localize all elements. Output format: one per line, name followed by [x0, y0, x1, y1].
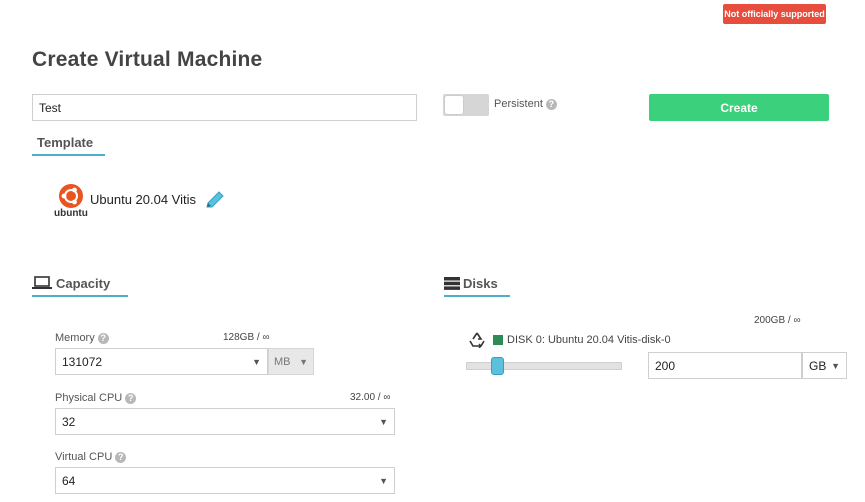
server-icon: [444, 277, 460, 290]
tab-capacity[interactable]: Capacity: [32, 276, 128, 297]
disk-unit-select[interactable]: GB ▼: [802, 352, 847, 379]
help-icon[interactable]: ?: [125, 392, 137, 404]
vm-name-input[interactable]: [32, 94, 417, 121]
laptop-icon: [32, 276, 52, 289]
memory-label: Memory?: [55, 332, 109, 344]
help-icon[interactable]: ?: [545, 98, 557, 110]
physical-cpu-label: Physical CPU?: [55, 392, 137, 404]
chevron-down-icon: ▼: [252, 356, 261, 367]
help-icon[interactable]: ?: [115, 451, 127, 463]
disk-color-swatch: [493, 335, 503, 345]
memory-label-text: Memory: [55, 332, 95, 344]
disk-limit: 200GB / ∞: [754, 315, 801, 326]
memory-unit-select[interactable]: MB ▼: [268, 348, 314, 375]
create-button[interactable]: Create: [649, 94, 829, 121]
chevron-down-icon: ▼: [379, 475, 388, 486]
pencil-icon[interactable]: [204, 190, 226, 210]
physical-cpu-value: 32: [62, 414, 76, 429]
physical-cpu-select[interactable]: 32 ▼: [55, 408, 395, 435]
memory-unit: MB: [274, 355, 291, 368]
disks-label: Disks: [463, 276, 498, 291]
recycle-icon[interactable]: [468, 332, 486, 349]
physical-cpu-limit: 32.00 / ∞: [350, 392, 391, 403]
tab-template[interactable]: Template: [32, 135, 105, 156]
memory-limit: 128GB / ∞: [223, 332, 270, 343]
virtual-cpu-value: 64: [62, 473, 76, 488]
help-icon[interactable]: ?: [97, 332, 109, 344]
toggle-knob: [445, 96, 463, 114]
page-title: Create Virtual Machine: [32, 48, 263, 71]
virtual-cpu-label-text: Virtual CPU: [55, 451, 113, 463]
chevron-down-icon: ▼: [831, 360, 840, 371]
tab-disks[interactable]: Disks: [444, 276, 510, 297]
disk-size-input[interactable]: [648, 352, 802, 379]
virtual-cpu-select[interactable]: 64 ▼: [55, 467, 395, 494]
virtual-cpu-label: Virtual CPU?: [55, 451, 127, 463]
chevron-down-icon: ▼: [379, 416, 388, 427]
persistent-toggle[interactable]: [443, 94, 489, 116]
ubuntu-logo-text: ubuntu: [54, 208, 88, 219]
memory-value: 131072: [62, 354, 103, 369]
ubuntu-circle-icon: [59, 184, 83, 208]
template-name: Ubuntu 20.04 Vitis: [90, 192, 196, 207]
persistent-text: Persistent: [494, 98, 543, 110]
not-supported-badge: Not officially supported: [723, 4, 826, 24]
chevron-down-icon: ▼: [299, 356, 308, 367]
ubuntu-logo: ubuntu: [54, 184, 88, 220]
physical-cpu-label-text: Physical CPU: [55, 392, 123, 404]
disk-size-slider[interactable]: [466, 362, 622, 370]
disk-label: DISK 0: Ubuntu 20.04 Vitis-disk-0: [507, 334, 671, 346]
capacity-label: Capacity: [56, 276, 111, 291]
slider-handle[interactable]: [491, 357, 504, 375]
memory-select[interactable]: 131072 ▼: [55, 348, 268, 375]
disk-unit: GB: [809, 358, 827, 373]
persistent-label: Persistent?: [494, 98, 557, 110]
